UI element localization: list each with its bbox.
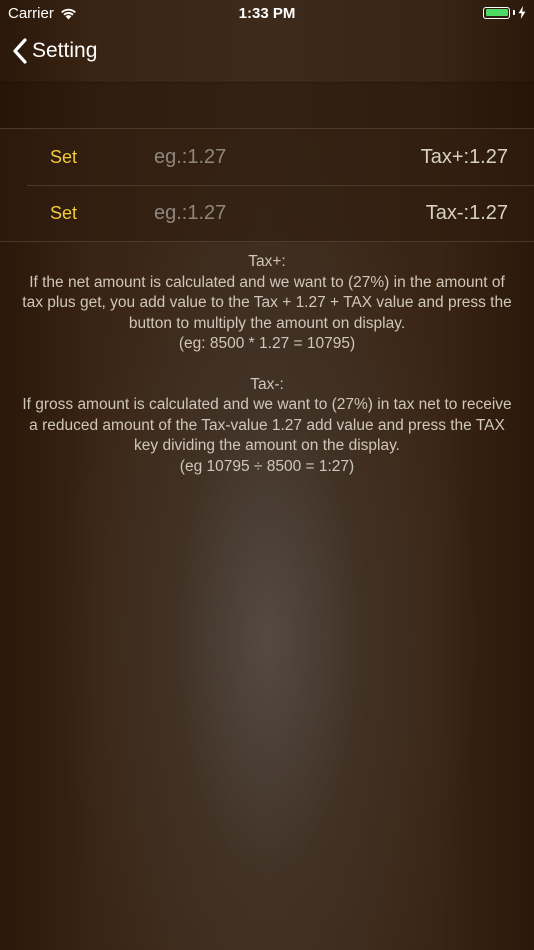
tax-help-text: Tax+: If the net amount is calculated an… xyxy=(22,252,512,477)
tax-minus-title: Tax-: xyxy=(250,375,284,393)
help-spacer xyxy=(22,355,512,375)
tax-settings-table: Set Tax+:1.27 Set Tax-:1.27 xyxy=(0,128,534,242)
status-time: 1:33 PM xyxy=(238,5,296,22)
battery-cap xyxy=(513,10,515,15)
back-button[interactable]: Setting xyxy=(12,38,97,64)
tax-minus-row: Set Tax-:1.27 xyxy=(0,185,534,241)
tax-plus-input[interactable] xyxy=(154,143,374,171)
tax-plus-title: Tax+: xyxy=(248,253,286,270)
tax-plus-example: (eg: 8500 * 1.27 = 10795) xyxy=(178,335,356,352)
tax-plus-row: Set Tax+:1.27 xyxy=(0,129,534,185)
tax-plus-value: Tax+:1.27 xyxy=(420,146,508,168)
set-tax-plus-button[interactable]: Set xyxy=(50,147,77,168)
section-header-spacer xyxy=(0,83,534,128)
set-tax-minus-button[interactable]: Set xyxy=(50,203,77,224)
battery-level xyxy=(485,9,508,16)
tax-minus-description: If gross amount is calculated and we wan… xyxy=(22,396,512,454)
tax-minus-value: Tax-:1.27 xyxy=(425,202,508,224)
tax-minus-example: (eg 10795 ÷ 8500 = 1:27) xyxy=(179,457,355,475)
charging-bolt-icon xyxy=(518,6,526,19)
back-label: Setting xyxy=(32,39,98,62)
battery-indicator xyxy=(483,6,526,19)
status-bar: Carrier 1:33 PM xyxy=(0,0,534,28)
navigation-bar: Setting xyxy=(0,28,534,83)
tax-minus-input[interactable] xyxy=(154,199,374,227)
battery-icon xyxy=(483,6,510,19)
tax-plus-description: If the net amount is calculated and we w… xyxy=(22,273,512,332)
chevron-left-icon xyxy=(13,38,27,64)
